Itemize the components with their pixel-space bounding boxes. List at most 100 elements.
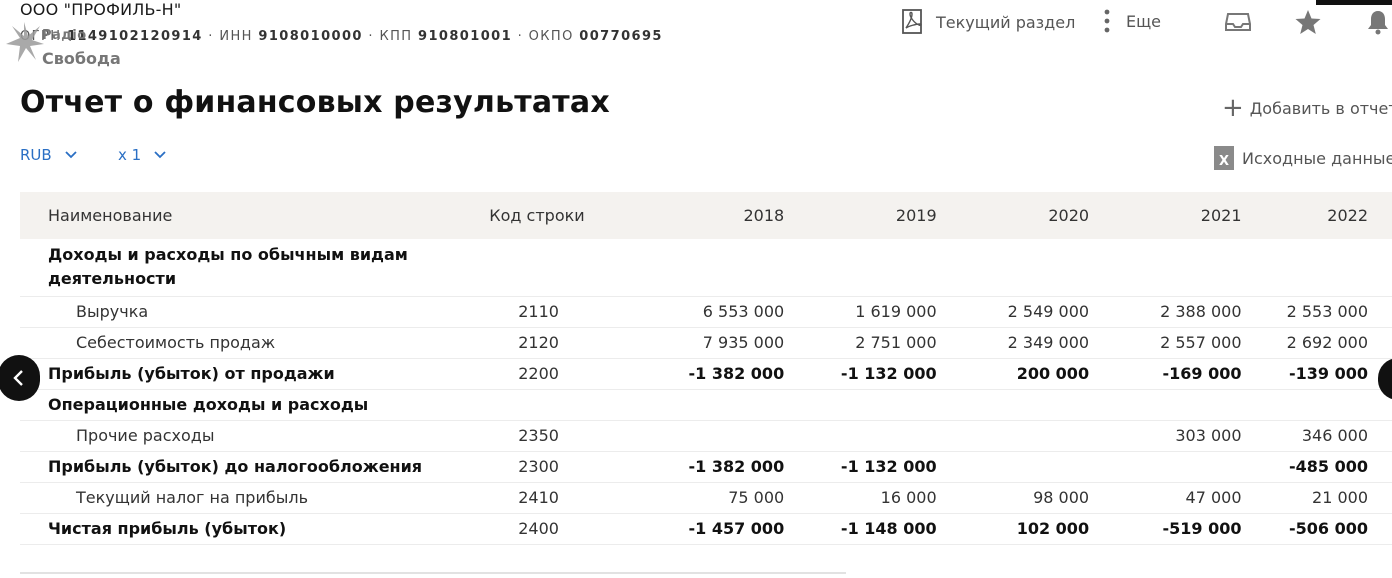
- row-code-cell: 2350: [451, 420, 632, 452]
- page-title: Отчет о финансовых результатах: [20, 85, 610, 120]
- value-cell-2019: -1 132 000: [784, 358, 937, 390]
- row-code-cell: [451, 239, 632, 297]
- row-name-cell: Доходы и расходы по обычным видам деятел…: [20, 239, 452, 297]
- watermark-line2: Свобода: [42, 49, 121, 68]
- notifications-button[interactable]: [1364, 8, 1392, 40]
- row-name-cell: Прочие расходы: [20, 420, 452, 452]
- value-cell-2020: [936, 239, 1090, 297]
- corner-badge: [1316, 0, 1392, 5]
- value-cell-2021: 2 557 000: [1089, 327, 1242, 359]
- value-cell-2022: 346 000: [1241, 420, 1392, 452]
- value-cell-2021: [1089, 389, 1242, 421]
- value-cell-2021: -519 000: [1089, 513, 1242, 545]
- value-cell-2022: -139 000: [1241, 358, 1392, 390]
- value-cell-2019: -1 148 000: [784, 513, 937, 545]
- value-cell-2018: [631, 239, 785, 297]
- value-cell-2019: [784, 420, 937, 452]
- value-cell-2020: [936, 451, 1090, 483]
- table-row: Текущий налог на прибыль 2410 75 000 16 000…: [20, 482, 1392, 514]
- table-header-row: Наименование Код строки 2018 2019 2020 2…: [20, 192, 1392, 239]
- value-cell-2022: 2 692 000: [1241, 327, 1392, 359]
- column-header-2020: 2020: [1048, 206, 1090, 225]
- column-header-2019: 2019: [895, 206, 937, 225]
- more-button[interactable]: Еще: [1102, 8, 1161, 34]
- inn-value: 9108010000: [258, 29, 363, 44]
- value-cell-2018: 7 935 000: [631, 327, 785, 359]
- value-cell-2019: 1 619 000: [784, 296, 937, 328]
- financial-results-table: Наименование Код строки 2018 2019 2020 2…: [20, 192, 1392, 545]
- inbox-icon: [1225, 13, 1251, 31]
- value-cell-2018: -1 382 000: [631, 358, 785, 390]
- table-row: Чистая прибыль (убыток) 2400 -1 457 000 -1 …: [20, 513, 1392, 545]
- value-cell-2022: [1241, 239, 1392, 297]
- value-cell-2021: -169 000: [1089, 358, 1242, 390]
- column-header-code: Код строки: [489, 206, 585, 225]
- value-cell-2018: -1 457 000: [631, 513, 785, 545]
- scale-value: x 1: [118, 146, 142, 164]
- table-row: Прибыль (убыток) от продажи 2200 -1 382 00…: [20, 358, 1392, 390]
- scale-select[interactable]: x 1: [118, 146, 167, 164]
- divider: [20, 572, 846, 574]
- table-row: Прибыль (убыток) до налогообложения 2300-…: [20, 451, 1392, 483]
- table-row: Выручка 2110 6 553 000 1 619 000 2 549 000 2 …: [20, 296, 1392, 328]
- value-cell-2019: 16 000: [784, 482, 937, 514]
- source-data-button[interactable]: X Исходные данные: [1214, 146, 1392, 170]
- star-icon: [1295, 10, 1321, 34]
- value-cell-2020: [936, 389, 1090, 421]
- plus-icon: +: [1222, 93, 1244, 123]
- kpp-value: 910801001: [418, 29, 513, 44]
- value-cell-2018: 75 000: [631, 482, 785, 514]
- value-cell-2021: [1089, 451, 1242, 483]
- row-code-cell: 2400: [451, 513, 632, 545]
- column-header-2018: 2018: [743, 206, 785, 225]
- value-cell-2021: 303 000: [1089, 420, 1242, 452]
- value-cell-2020: 2 549 000: [936, 296, 1090, 328]
- row-code-cell: 2120: [451, 327, 632, 359]
- chevron-left-icon: [13, 370, 23, 386]
- currency-value: RUB: [20, 146, 52, 164]
- value-cell-2020: [936, 420, 1090, 452]
- kebab-icon: [1104, 9, 1110, 33]
- row-name-cell: Прибыль (убыток) до налогообложения: [20, 451, 452, 483]
- value-cell-2021: 47 000: [1089, 482, 1242, 514]
- chevron-down-icon: [154, 151, 166, 159]
- table-row: Себестоимость продаж 2120 7 935 000 2 751 0…: [20, 327, 1392, 359]
- column-header-2021: 2021: [1200, 206, 1242, 225]
- value-cell-2020: 200 000: [936, 358, 1090, 390]
- value-cell-2022: -506 000: [1241, 513, 1392, 545]
- okpo-value: 00770695: [579, 29, 663, 44]
- row-code-cell: [451, 389, 632, 421]
- value-cell-2018: -1 382 000: [631, 451, 785, 483]
- value-cell-2022: [1241, 389, 1392, 421]
- kpp-label: КПП: [379, 29, 413, 44]
- bell-icon: [1368, 11, 1388, 35]
- watermark-line1: Радіо: [42, 28, 87, 43]
- value-cell-2022: -485 000: [1241, 451, 1392, 483]
- value-cell-2019: -1 132 000: [784, 451, 937, 483]
- row-code-cell: 2110: [451, 296, 632, 328]
- add-to-report-button[interactable]: + Добавить в отчет: [1222, 93, 1392, 123]
- current-section-label: Текущий раздел: [936, 12, 1076, 32]
- table-row: Доходы и расходы по обычным видам деятел…: [20, 239, 1392, 297]
- row-code-cell: 2200: [451, 358, 632, 390]
- inbox-button[interactable]: [1224, 8, 1252, 38]
- value-cell-2018: [631, 389, 785, 421]
- row-name-cell: Текущий налог на прибыль: [20, 482, 452, 514]
- previous-arrow-button[interactable]: [0, 355, 40, 401]
- value-cell-2018: 6 553 000: [631, 296, 785, 328]
- value-cell-2019: [784, 239, 937, 297]
- pdf-icon: [902, 9, 922, 34]
- value-cell-2020: 98 000: [936, 482, 1090, 514]
- row-name-cell: Прибыль (убыток) от продажи: [20, 358, 452, 390]
- currency-select[interactable]: RUB: [20, 146, 78, 164]
- row-name-cell: Операционные доходы и расходы: [20, 389, 452, 421]
- add-to-report-label: Добавить в отчет: [1249, 98, 1392, 118]
- value-cell-2022: 2 553 000: [1241, 296, 1392, 328]
- value-cell-2021: [1089, 239, 1242, 297]
- favorite-button[interactable]: [1294, 8, 1322, 40]
- value-cell-2020: 2 349 000: [936, 327, 1090, 359]
- table-row: Операционные доходы и расходы: [20, 389, 1392, 421]
- value-cell-2019: 2 751 000: [784, 327, 937, 359]
- source-data-label: Исходные данные: [1242, 148, 1392, 168]
- current-section-button[interactable]: Текущий раздел: [900, 8, 1075, 36]
